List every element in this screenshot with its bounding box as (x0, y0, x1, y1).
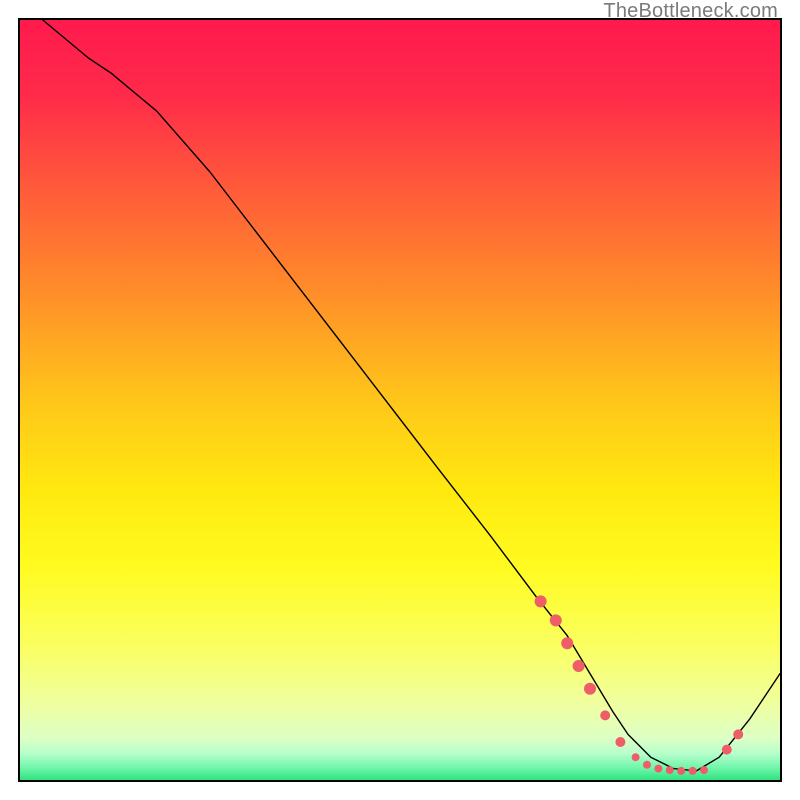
data-marker (550, 614, 562, 626)
data-marker (700, 766, 708, 774)
data-marker (600, 710, 610, 720)
data-marker (666, 766, 674, 774)
data-marker (561, 637, 573, 649)
data-marker (584, 683, 596, 695)
plot-area (18, 18, 782, 782)
data-marker (615, 737, 625, 747)
chart-frame: TheBottleneck.com (0, 0, 800, 800)
data-marker (573, 660, 585, 672)
chart-svg (20, 20, 780, 780)
data-marker (643, 761, 651, 769)
data-marker (733, 729, 743, 739)
data-marker (677, 767, 685, 775)
gradient-background (20, 20, 780, 780)
data-marker (654, 765, 662, 773)
data-marker (722, 745, 732, 755)
data-marker (632, 753, 640, 761)
data-marker (535, 595, 547, 607)
data-marker (689, 767, 697, 775)
